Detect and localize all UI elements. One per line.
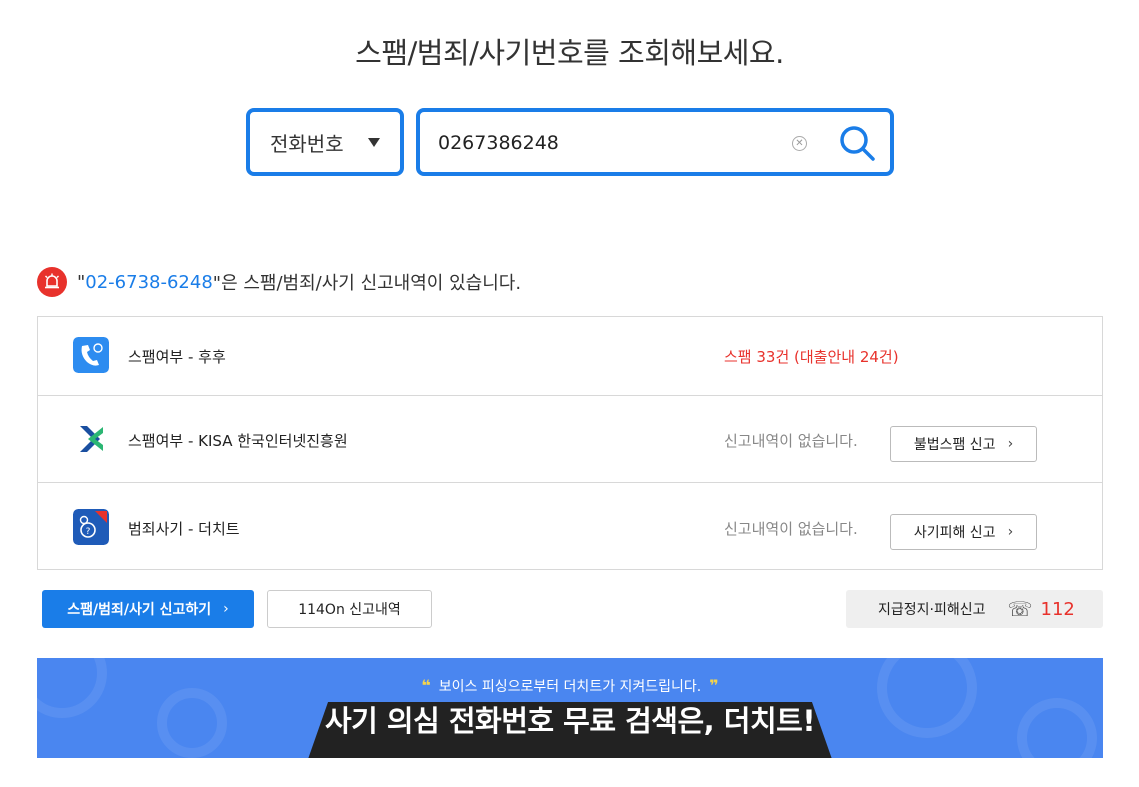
phone-search-input[interactable] <box>438 128 778 158</box>
emergency-report-button[interactable]: 지급정지·피해신고 ☏ 112 <box>846 590 1103 628</box>
result-source-name: 스팸여부 - 후후 <box>128 348 226 366</box>
kisa-logo-icon <box>80 426 103 452</box>
banner-subtitle-text: 보이스 피싱으로부터 더치트가 지켜드립니다. <box>438 679 702 695</box>
report-history-button[interactable]: 114On 신고내역 <box>267 590 432 628</box>
page-title: 스팸/범죄/사기번호를 조회해보세요. <box>355 36 784 70</box>
search-type-label: 전화번호 <box>270 131 344 156</box>
chevron-right-icon: › <box>1007 524 1014 540</box>
svg-text:?: ? <box>86 527 91 537</box>
search-type-select[interactable]: 전화번호 <box>246 108 404 176</box>
result-status: 스팸 33건 (대출안내 24건) <box>724 348 899 366</box>
thecheat-app-icon: ? <box>73 509 109 545</box>
result-table: 스팸여부 - 후후 스팸 33건 (대출안내 24건) 스팸여부 - KISA … <box>37 316 1103 570</box>
thecheat-banner[interactable]: ❝ 보이스 피싱으로부터 더치트가 지켜드립니다. ❞ 사기 의심 전화번호 무료 … <box>37 658 1103 758</box>
clear-icon[interactable]: ✕ <box>792 136 807 151</box>
alert-quote: " <box>77 271 86 293</box>
chevron-right-icon: › <box>223 601 229 617</box>
result-row-thecheat: ? 범죄사기 - 더치트 신고내역이 없습니다. 사기피해 신고 › <box>38 483 1102 570</box>
caret-down-icon <box>368 138 380 147</box>
emergency-number: 112 <box>1040 598 1075 620</box>
siren-alert-icon <box>37 267 67 297</box>
result-source-name: 범죄사기 - 더치트 <box>128 520 240 538</box>
result-row-whowho: 스팸여부 - 후후 스팸 33건 (대출안내 24건) <box>38 317 1102 396</box>
alert-message: " 02-6738-6248 "은 스팸/범죄/사기 신고내역이 있습니다. <box>37 266 521 298</box>
result-status: 신고내역이 없습니다. <box>724 432 858 450</box>
alert-number: 02-6738-6248 <box>85 271 213 293</box>
banner-subtitle: ❝ 보이스 피싱으로부터 더치트가 지켜드립니다. ❞ <box>37 676 1103 696</box>
illegal-spam-report-button[interactable]: 불법스팸 신고 › <box>890 426 1037 462</box>
button-label: 불법스팸 신고 <box>913 437 996 453</box>
alert-text: "은 스팸/범죄/사기 신고내역이 있습니다. <box>212 273 522 294</box>
search-icon[interactable] <box>838 124 876 162</box>
banner-headline: 사기 의심 전화번호 무료 검색은, 더치트! <box>324 704 816 738</box>
result-source-name: 스팸여부 - KISA 한국인터넷진흥원 <box>128 432 348 450</box>
spam-report-button[interactable]: 스팸/범죄/사기 신고하기 › <box>42 590 254 628</box>
chevron-right-icon: › <box>1007 436 1014 452</box>
quote-open-icon: ❝ <box>421 676 431 695</box>
button-label: 114On 신고내역 <box>298 602 401 618</box>
result-row-kisa: 스팸여부 - KISA 한국인터넷진흥원 신고내역이 없습니다. 불법스팸 신고… <box>38 396 1102 483</box>
fraud-damage-report-button[interactable]: 사기피해 신고 › <box>890 514 1037 550</box>
search-box: ✕ <box>416 108 894 176</box>
whowho-app-icon <box>73 337 109 373</box>
button-label: 사기피해 신고 <box>913 525 996 541</box>
phone-icon: ☏ <box>1007 597 1033 621</box>
result-status: 신고내역이 없습니다. <box>724 520 858 538</box>
quote-close-icon: ❞ <box>709 676 719 695</box>
button-label: 스팸/범죄/사기 신고하기 <box>67 602 212 618</box>
emergency-label: 지급정지·피해신고 <box>878 602 986 618</box>
